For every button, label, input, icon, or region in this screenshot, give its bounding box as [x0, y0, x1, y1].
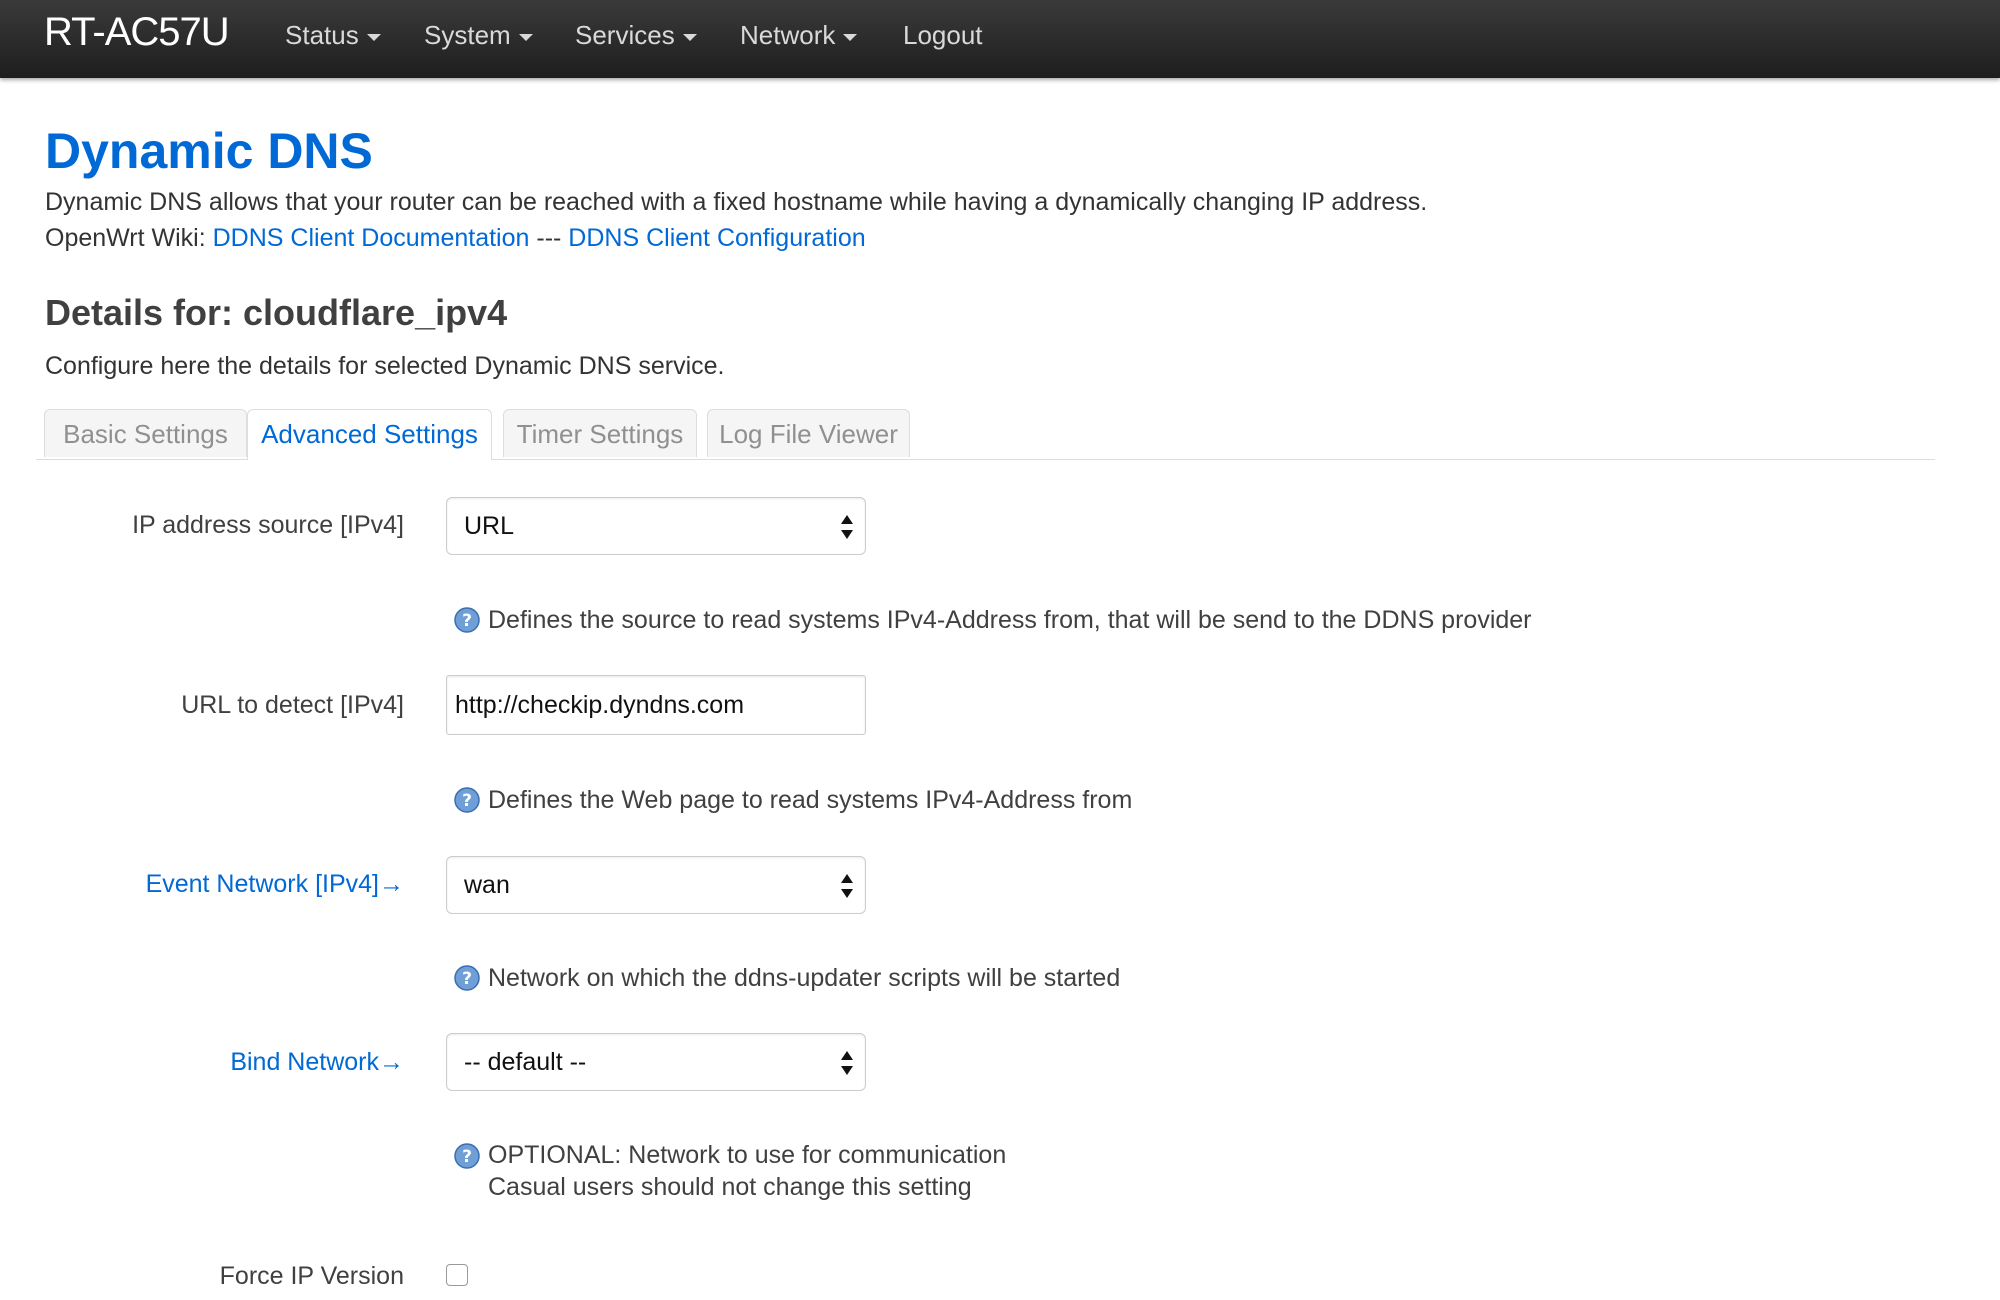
bind-network-help: ? OPTIONAL: Network to use for communica… — [454, 1141, 1006, 1206]
ip-source-select[interactable]: URL — [446, 497, 866, 555]
help-icon: ? — [454, 965, 480, 991]
page-title: Dynamic DNS — [45, 123, 373, 179]
select-arrows-icon — [841, 515, 853, 539]
event-network-link[interactable]: Event Network [IPv4]→ — [146, 870, 404, 899]
force-ip-label: Force IP Version — [219, 1262, 404, 1290]
tab-log-file-viewer[interactable]: Log File Viewer — [707, 409, 910, 457]
ddns-documentation-link[interactable]: DDNS Client Documentation — [213, 224, 530, 252]
nav-system-label: System — [424, 20, 511, 50]
tab-advanced-settings[interactable]: Advanced Settings — [247, 409, 492, 460]
ip-source-help-text: Defines the source to read systems IPv4-… — [488, 606, 1532, 634]
brand-logo[interactable]: RT-AC57U — [44, 10, 230, 55]
chevron-down-icon — [366, 33, 381, 41]
nav-system-menu[interactable]: System — [424, 20, 533, 51]
arrow-right-icon: → — [379, 870, 404, 898]
wiki-separator: --- — [529, 224, 569, 252]
tab-basic-settings[interactable]: Basic Settings — [44, 409, 247, 457]
event-network-help: ? Network on which the ddns-updater scri… — [454, 964, 1120, 993]
chevron-down-icon — [518, 33, 533, 41]
nav-status-label: Status — [285, 20, 359, 50]
wiki-prefix: OpenWrt Wiki: — [45, 224, 213, 252]
ip-source-label: IP address source [IPv4] — [132, 511, 404, 539]
arrow-right-icon: → — [379, 1048, 404, 1076]
tab-timer-settings[interactable]: Timer Settings — [503, 409, 697, 457]
event-network-select[interactable]: wan — [446, 856, 866, 914]
bind-network-select[interactable]: -- default -- — [446, 1033, 866, 1091]
help-icon: ? — [454, 787, 480, 813]
bind-network-value: -- default -- — [464, 1048, 587, 1076]
svg-text:?: ? — [462, 1147, 472, 1167]
bind-network-help-line-2: Casual users should not change this sett… — [488, 1173, 972, 1201]
svg-text:?: ? — [462, 791, 472, 811]
select-arrows-icon — [841, 1051, 853, 1075]
event-network-help-text: Network on which the ddns-updater script… — [488, 964, 1121, 992]
select-arrows-icon — [841, 874, 853, 898]
bind-network-link[interactable]: Bind Network→ — [230, 1048, 404, 1077]
ip-source-help: ? Defines the source to read systems IPv… — [454, 606, 1532, 635]
bind-network-label: Bind Network — [230, 1048, 379, 1076]
svg-text:?: ? — [462, 969, 472, 989]
nav-network-menu[interactable]: Network — [740, 20, 858, 51]
chevron-down-icon — [682, 33, 697, 41]
event-network-label: Event Network [IPv4] — [145, 870, 379, 898]
chevron-down-icon — [843, 33, 858, 41]
settings-tabs: Basic Settings Advanced Settings Timer S… — [36, 409, 1935, 460]
wiki-links: OpenWrt Wiki: DDNS Client Documentation … — [45, 224, 866, 253]
force-ip-checkbox[interactable] — [446, 1264, 468, 1286]
nav-services-menu[interactable]: Services — [575, 20, 697, 51]
url-detect-help-text: Defines the Web page to read systems IPv… — [488, 786, 1133, 814]
top-navbar: RT-AC57U Status System Services Network … — [0, 0, 2000, 78]
nav-network-label: Network — [740, 20, 836, 50]
section-description: Configure here the details for selected … — [45, 352, 725, 380]
url-detect-help: ? Defines the Web page to read systems I… — [454, 786, 1132, 815]
bind-network-help-lines: OPTIONAL: Network to use for communicati… — [488, 1141, 1006, 1206]
url-detect-label: URL to detect [IPv4] — [181, 691, 404, 719]
help-icon: ? — [454, 1143, 480, 1169]
nav-services-label: Services — [575, 20, 675, 50]
nav-status-menu[interactable]: Status — [285, 20, 381, 51]
event-network-value: wan — [464, 871, 510, 899]
section-title: Details for: cloudflare_ipv4 — [45, 292, 508, 333]
help-icon: ? — [454, 607, 480, 633]
nav-logout-label: Logout — [903, 20, 983, 50]
svg-text:?: ? — [462, 611, 472, 631]
nav-logout-link[interactable]: Logout — [903, 20, 983, 51]
url-detect-input[interactable] — [446, 675, 866, 735]
ip-source-value: URL — [464, 512, 515, 540]
page-description: Dynamic DNS allows that your router can … — [45, 188, 1428, 216]
ddns-configuration-link[interactable]: DDNS Client Configuration — [568, 224, 865, 252]
